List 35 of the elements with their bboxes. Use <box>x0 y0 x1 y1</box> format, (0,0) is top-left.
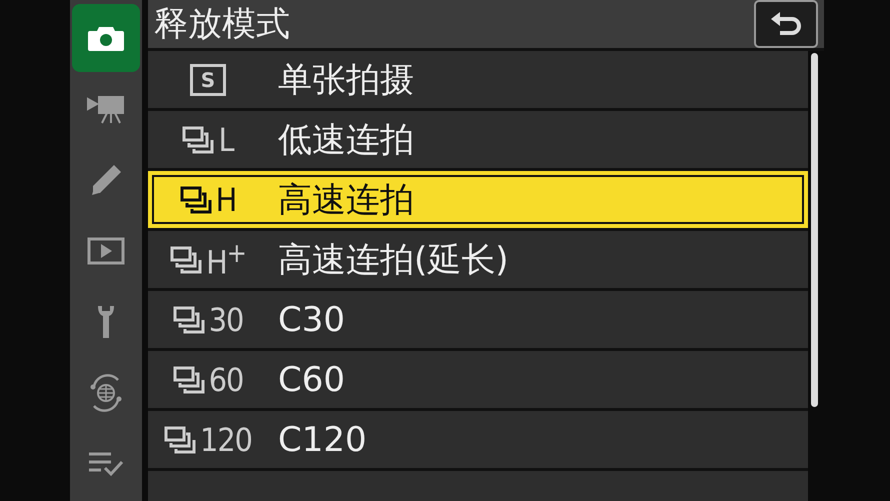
stacked-frames-icon <box>172 304 207 334</box>
stacked-frames-icon <box>170 244 204 274</box>
row-label: 高速连拍 <box>278 178 414 222</box>
stacked-frames-icon <box>172 364 207 394</box>
mode-label: 120 <box>200 420 252 458</box>
menu-row[interactable]: 60 C60 <box>148 351 808 411</box>
menu-row[interactable]: H$^{+}$ 高速连拍(延长) <box>148 231 808 291</box>
play-icon <box>87 237 125 265</box>
mode-label: H <box>216 180 236 218</box>
camera-icon <box>87 24 125 52</box>
back-button[interactable] <box>754 0 818 48</box>
menu-row[interactable]: H 高速连拍 <box>148 171 808 231</box>
stacked-frames-icon <box>182 124 216 154</box>
row-label: 低速连拍 <box>278 118 414 162</box>
menu-row[interactable]: 120 C120 <box>148 411 808 471</box>
sidebar-tab[interactable] <box>72 4 140 72</box>
mode-label: L <box>218 120 234 158</box>
mode-label: S <box>190 64 226 96</box>
mode-label: 30 <box>208 300 244 338</box>
row-label: C120 <box>278 420 367 460</box>
checklist-icon <box>87 450 125 478</box>
stacked-frames-icon <box>164 424 198 454</box>
row-label: C30 <box>278 300 346 340</box>
menu-title: 释放模式 <box>154 3 290 46</box>
row-label: 单张拍摄 <box>278 58 414 102</box>
menu-row[interactable]: L 低速连拍 <box>148 111 808 171</box>
row-label: C60 <box>278 360 346 400</box>
stacked-frames-icon <box>180 184 214 214</box>
menu-row[interactable]: S 单张拍摄 <box>148 51 808 111</box>
row-label: 高速连拍(延长) <box>278 238 509 282</box>
menu-row[interactable]: 30 C30 <box>148 291 808 351</box>
mode-label: 60 <box>208 360 244 398</box>
mode-label: H$^{+}$ <box>206 238 246 282</box>
wrench-icon <box>95 304 117 340</box>
movie-camera-icon <box>87 94 125 124</box>
